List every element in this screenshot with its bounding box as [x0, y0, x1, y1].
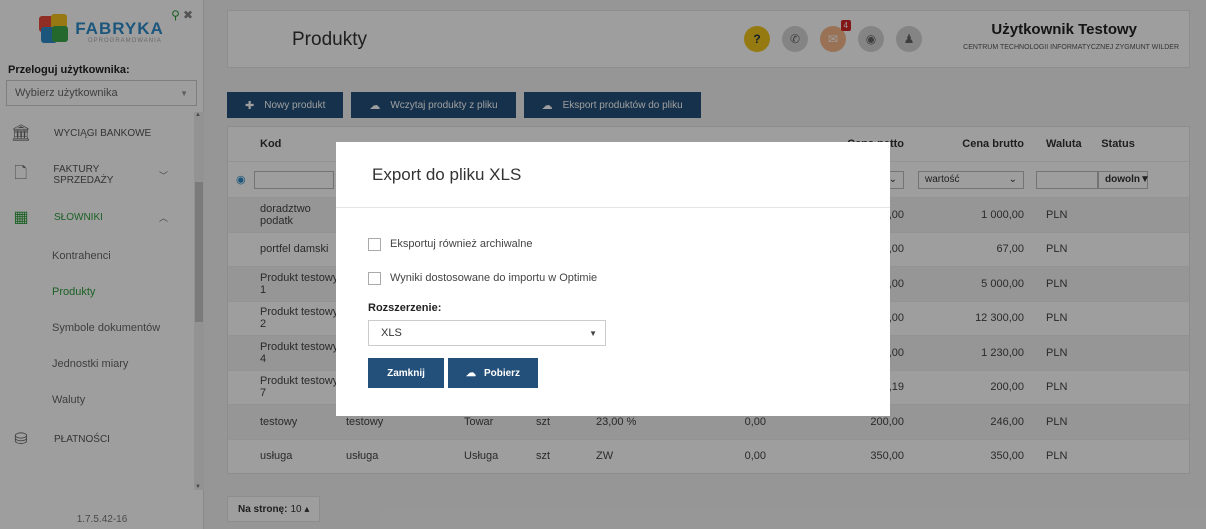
extension-label: Rozszerzenie: [368, 302, 442, 314]
archive-checkbox[interactable] [368, 237, 381, 251]
optima-checkbox[interactable] [368, 271, 381, 285]
optima-checkbox-row[interactable]: Wyniki dostosowane do importu w Optimie [368, 270, 890, 286]
cloud-download-icon: ☁ [465, 367, 476, 379]
optima-checkbox-label: Wyniki dostosowane do importu w Optimie [390, 272, 598, 284]
export-dialog: Export do pliku XLS Eksportuj również ar… [336, 142, 890, 416]
download-button[interactable]: ☁ Pobierz [448, 358, 538, 388]
extension-select-value: XLS [381, 327, 402, 339]
close-button[interactable]: Zamknij [368, 358, 444, 388]
dialog-title: Export do pliku XLS [336, 142, 890, 208]
extension-select[interactable]: XLS ▼ [368, 320, 606, 346]
chevron-down-icon: ▼ [589, 328, 597, 338]
archive-checkbox-row[interactable]: Eksportuj również archiwalne [368, 236, 890, 252]
archive-checkbox-label: Eksportuj również archiwalne [390, 238, 533, 250]
